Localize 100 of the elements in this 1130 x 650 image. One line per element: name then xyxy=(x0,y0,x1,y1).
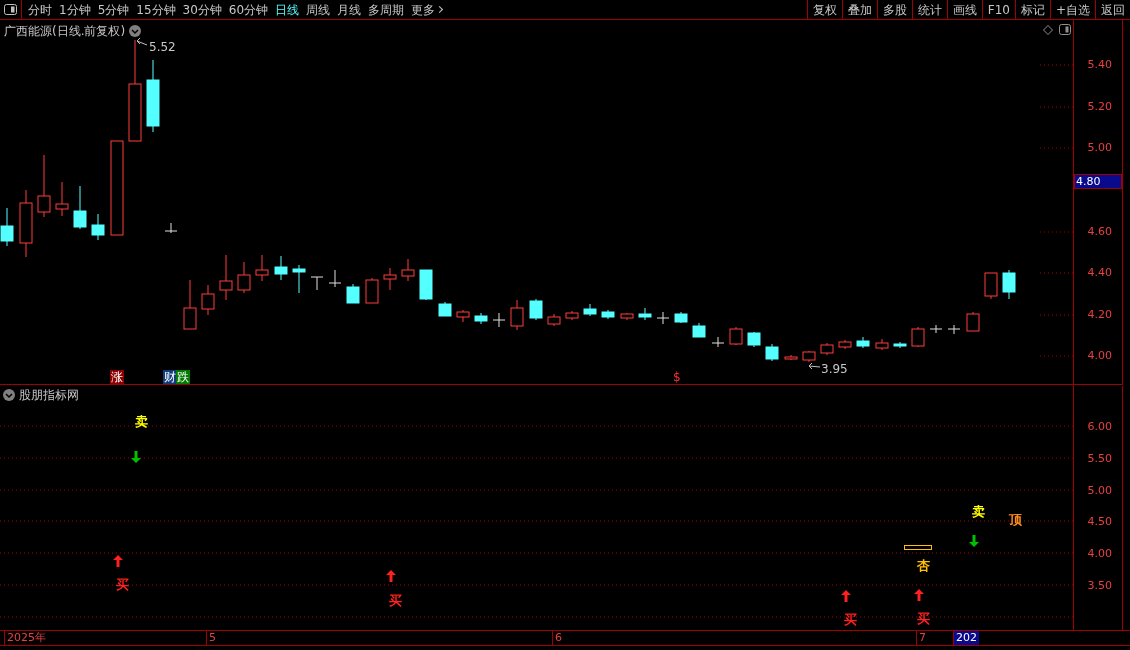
candlestick xyxy=(620,312,634,321)
toolbar-button[interactable]: 复权 xyxy=(806,0,842,19)
chevron-down-icon[interactable] xyxy=(3,389,15,401)
candlestick xyxy=(674,311,688,324)
candlestick xyxy=(201,284,215,316)
candlestick xyxy=(711,336,725,348)
date-label: 7 xyxy=(916,631,928,645)
candlestick xyxy=(510,299,524,331)
leader-line xyxy=(136,37,148,46)
axis-label: 3.50 xyxy=(1087,578,1112,594)
candlestick xyxy=(401,258,415,282)
candlestick xyxy=(383,267,397,291)
candlestick xyxy=(237,261,251,294)
period-tab[interactable]: 60分钟 xyxy=(228,0,269,19)
candlestick xyxy=(365,277,379,304)
candlestick xyxy=(55,181,69,217)
date-label: 5 xyxy=(206,631,218,645)
axis-label: 4.00 xyxy=(1087,546,1112,563)
candlestick xyxy=(1002,269,1016,300)
event-marker[interactable]: 财 xyxy=(163,370,177,384)
signal-label: 买 xyxy=(389,594,402,608)
signal-label: 顶 xyxy=(1009,513,1022,527)
candlestick xyxy=(565,310,579,321)
period-tab[interactable]: 日线 xyxy=(275,0,300,19)
toolbar-button[interactable]: 标记 xyxy=(1014,0,1050,19)
candlestick xyxy=(219,254,233,301)
candlestick xyxy=(37,154,51,218)
date-label: 202 xyxy=(953,631,979,645)
panel-toggle-icon[interactable] xyxy=(1059,24,1071,35)
candlestick xyxy=(274,255,288,281)
date-label: 6 xyxy=(552,631,564,645)
signal-label: 买 xyxy=(844,613,857,627)
axis-label: 5.20 xyxy=(1087,99,1112,115)
candlestick xyxy=(583,303,597,317)
candlestick xyxy=(91,213,105,241)
candlestick xyxy=(492,312,506,328)
candlestick xyxy=(529,298,543,321)
candlestick xyxy=(856,336,870,349)
axis-label: 4.00 xyxy=(1087,348,1112,364)
period-tab[interactable]: 月线 xyxy=(337,0,362,19)
period-tab[interactable]: 分时 xyxy=(28,0,52,19)
candlestick xyxy=(638,307,652,321)
axis-label: 5.00 xyxy=(1087,140,1112,156)
axis-label: 5.50 xyxy=(1087,450,1112,467)
toolbar-button[interactable]: 叠加 xyxy=(841,0,877,19)
axis-label: 6.00 xyxy=(1087,419,1112,435)
candlestick xyxy=(911,326,925,348)
toolbar-button[interactable]: 统计 xyxy=(911,0,947,19)
price-tag: 4.80 xyxy=(1074,174,1122,189)
candlestick xyxy=(692,322,706,338)
period-tab[interactable]: 5分钟 xyxy=(97,0,130,19)
candlestick xyxy=(838,339,852,350)
period-tab[interactable]: 多周期 xyxy=(368,0,405,19)
axis-label: 4.50 xyxy=(1087,514,1112,531)
indicator-title: 股朋指标网 xyxy=(19,387,79,404)
candlestick xyxy=(729,326,743,346)
candlestick xyxy=(346,283,360,304)
event-marker[interactable]: 跌 xyxy=(176,370,190,384)
candlestick xyxy=(747,331,761,348)
candlestick xyxy=(183,279,197,330)
candlestick xyxy=(802,350,816,363)
panel-toggle-icon[interactable] xyxy=(4,4,17,15)
chevron-down-icon[interactable] xyxy=(129,25,142,37)
chart-title: 广西能源(日线.前复权) xyxy=(4,23,126,40)
event-marker[interactable]: $ xyxy=(672,370,682,384)
candlestick xyxy=(419,269,433,301)
candlestick xyxy=(547,313,561,327)
candlestick xyxy=(820,342,834,356)
axis-label: 5.40 xyxy=(1087,57,1112,73)
axis-label: 5.00 xyxy=(1087,482,1112,499)
candlestick xyxy=(474,312,488,325)
signal-label: 买 xyxy=(917,612,930,626)
candlestick xyxy=(438,301,452,317)
more-button[interactable]: 更多 xyxy=(411,0,443,19)
period-tab[interactable]: 30分钟 xyxy=(182,0,222,19)
candlestick xyxy=(601,309,615,320)
candlestick xyxy=(966,311,980,332)
candlestick xyxy=(19,189,33,258)
candlestick xyxy=(310,276,324,291)
period-tab[interactable]: 1分钟 xyxy=(59,0,91,19)
high-price-label: 5.52 xyxy=(149,39,176,56)
toolbar-button[interactable]: +自选 xyxy=(1049,0,1095,19)
candlestick xyxy=(784,354,798,361)
axis-label: 4.60 xyxy=(1087,224,1112,240)
period-tab[interactable]: 周线 xyxy=(306,0,331,19)
candlestick xyxy=(255,254,269,282)
event-marker[interactable]: 涨 xyxy=(110,370,124,384)
toolbar-button[interactable]: 返回 xyxy=(1095,0,1130,19)
axis-label: 4.20 xyxy=(1087,307,1112,323)
period-tab[interactable]: 15分钟 xyxy=(136,0,176,19)
candlestick xyxy=(947,324,961,335)
candlestick xyxy=(164,222,178,234)
toolbar-button[interactable]: 画线 xyxy=(946,0,982,19)
candlestick xyxy=(0,207,14,247)
toolbar-button[interactable]: 多股 xyxy=(876,0,912,19)
toolbar-button[interactable]: F10 xyxy=(981,0,1015,19)
candlestick xyxy=(893,341,907,349)
low-price-label: 3.95 xyxy=(821,361,848,378)
signal-label: 卖 xyxy=(135,415,148,429)
candlestick xyxy=(73,185,87,230)
